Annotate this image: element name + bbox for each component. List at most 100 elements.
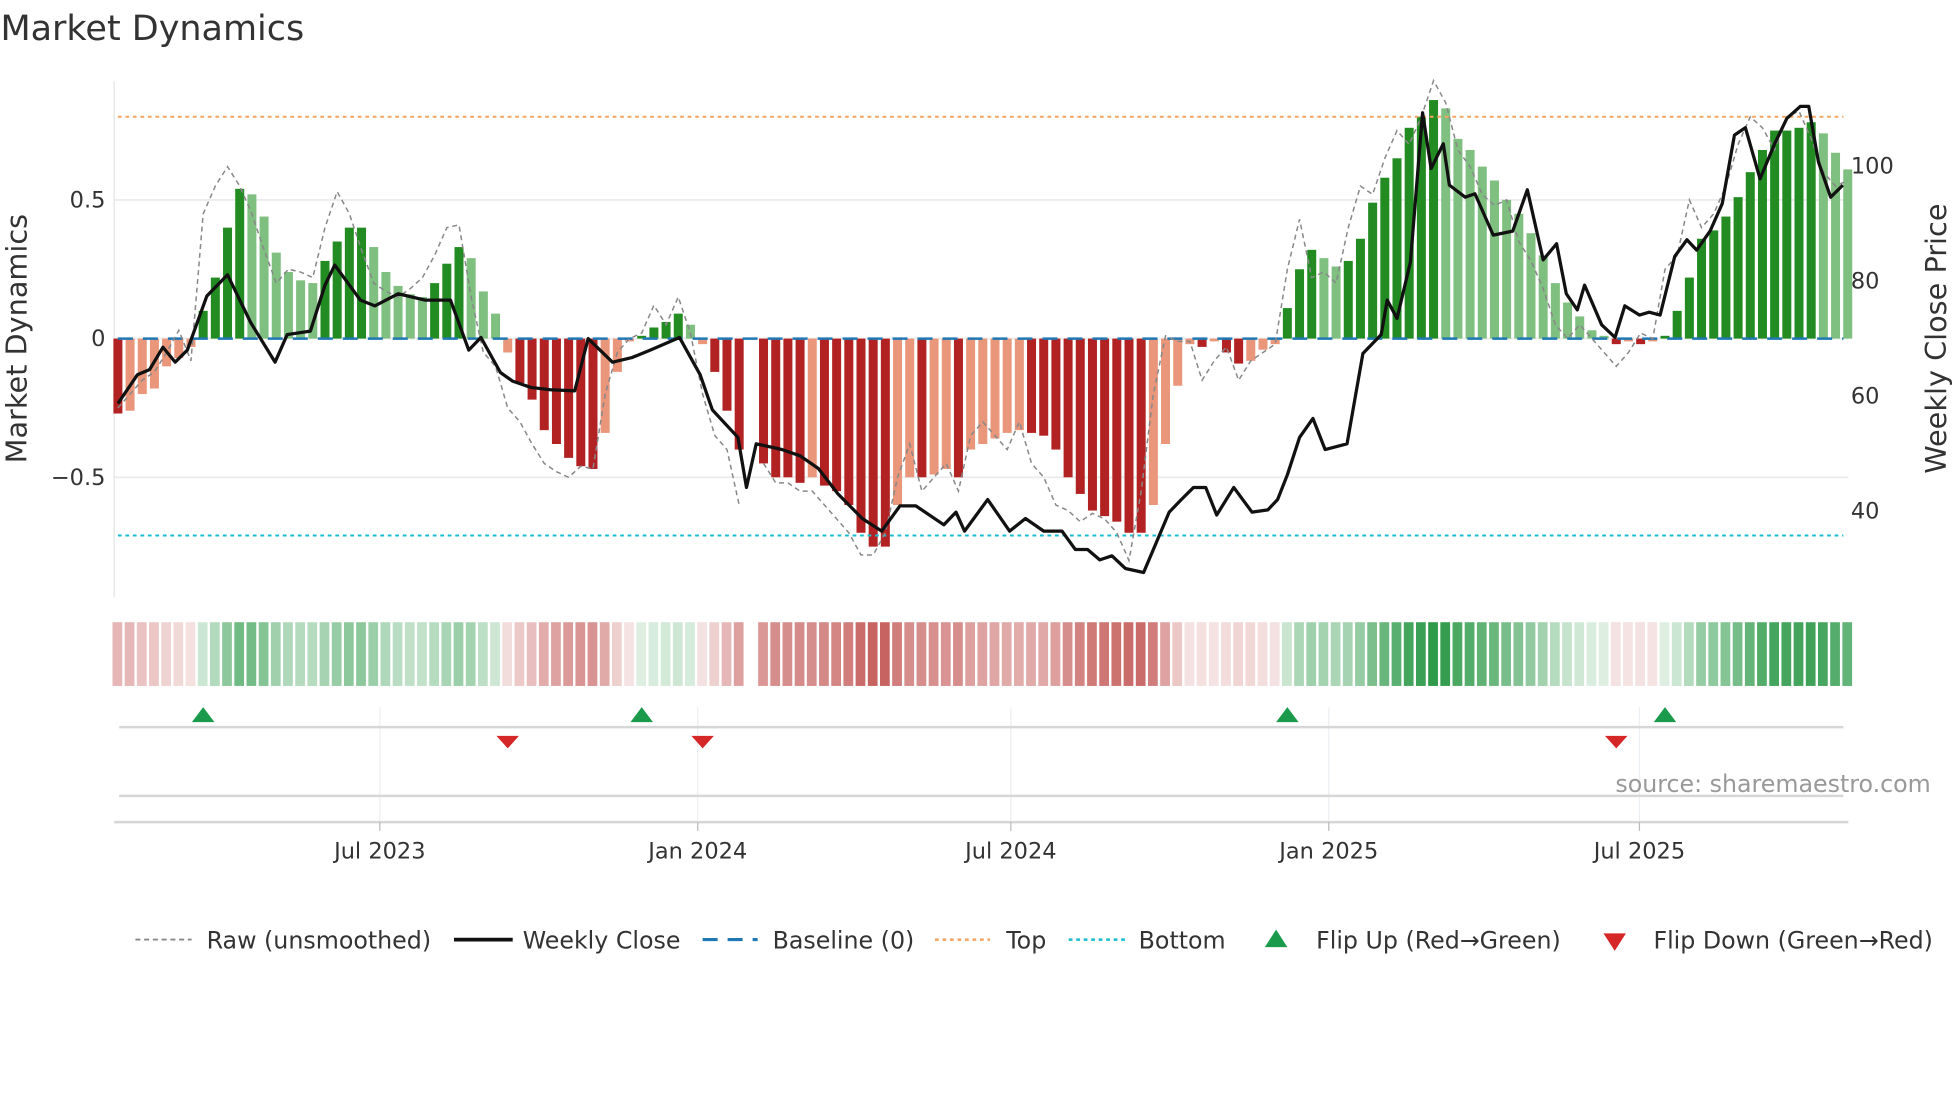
heat-cell [222, 622, 232, 686]
left-tick-label: 0 [91, 326, 105, 352]
heat-cell [270, 622, 281, 686]
dynamics-bar [1319, 258, 1329, 339]
dynamics-bar [795, 338, 805, 483]
heat-cell [185, 622, 196, 686]
heat-cell [867, 622, 878, 686]
dynamics-bar [296, 280, 306, 339]
right-y-ticks: 100 80 60 40 [1851, 154, 1894, 525]
heat-cell [343, 622, 354, 686]
heat-cell [1757, 622, 1767, 686]
right-axis-label: Weekly Close Price [1919, 203, 1953, 473]
dynamics-bar [819, 338, 829, 486]
heat-cell [1830, 622, 1840, 686]
dynamics-bar [564, 338, 574, 458]
dynamics-bar [856, 338, 866, 533]
dynamics-bar [369, 247, 379, 339]
heat-cell [1391, 622, 1402, 686]
dynamics-bar [1563, 302, 1573, 339]
flip-up-marker [630, 707, 653, 723]
dynamics-bar [1745, 172, 1755, 339]
heat-cell [1476, 622, 1487, 686]
legend-flip-down-label: Flip Down (Green→Red) [1653, 926, 1932, 954]
heat-cell [794, 622, 805, 686]
dynamics-bar [734, 338, 744, 450]
heat-cell [831, 622, 842, 686]
heat-cell [1415, 622, 1426, 686]
dynamics-bar [953, 338, 963, 478]
heat-cell [1464, 622, 1475, 686]
heat-cell [1598, 622, 1609, 686]
heat-cell [1294, 622, 1304, 686]
heat-cell [1781, 622, 1792, 686]
heat-cell [1635, 622, 1646, 686]
dynamics-bar [1075, 338, 1085, 494]
heat-cell [1744, 622, 1755, 686]
heat-cell [1318, 622, 1329, 686]
right-tick-label: 80 [1851, 269, 1880, 295]
dynamics-bar [1843, 169, 1853, 339]
legend-top-label: Top [1005, 926, 1046, 954]
dynamics-bar [1173, 338, 1183, 386]
dynamics-bar [1234, 338, 1244, 364]
heat-cell [1817, 622, 1828, 686]
heat-cell [1769, 622, 1780, 686]
dynamics-bar [832, 338, 842, 492]
right-tick-label: 60 [1851, 384, 1880, 410]
heat-cell [928, 622, 939, 686]
heat-cell [879, 622, 890, 686]
dynamics-bar [417, 296, 427, 339]
dynamics-bar [1258, 338, 1268, 350]
flip-down-marker [1605, 735, 1628, 749]
dynamics-bar [1721, 216, 1731, 339]
dynamics-bar [357, 227, 367, 339]
heat-cell [380, 622, 391, 686]
heat-cell [1257, 622, 1268, 686]
dynamics-bar [941, 338, 951, 469]
heat-cell [502, 622, 513, 686]
heat-cell [392, 622, 403, 686]
dynamics-bar [271, 252, 281, 339]
heat-cell [1610, 622, 1621, 686]
dynamics-bar [722, 338, 732, 411]
heat-cell [1647, 622, 1658, 686]
dynamics-bar [283, 272, 293, 339]
dynamics-bar [1124, 338, 1134, 533]
legend-flip-up-label: Flip Up (Red→Green) [1316, 926, 1561, 954]
dynamics-bar [1002, 338, 1012, 433]
regime-heat-strip [112, 622, 1853, 686]
dynamics-bar [1343, 260, 1353, 339]
heat-cell [770, 622, 781, 686]
chart-title: Market Dynamics [0, 9, 304, 49]
x-axis-ticks: Jul 2023 Jan 2024 Jul 2024 Jan 2025 Jul 2025 [332, 822, 1685, 864]
x-tick-label: Jul 2025 [1592, 838, 1685, 864]
dynamics-bar [1477, 166, 1487, 339]
heat-cell [514, 622, 525, 686]
dynamics-bar [405, 294, 415, 339]
dynamics-bar [844, 338, 854, 506]
heat-cell [1586, 622, 1597, 686]
heat-cell [1403, 622, 1414, 686]
heat-cell [904, 622, 915, 686]
flip-up-marker [1653, 707, 1677, 723]
heat-cell [465, 622, 476, 686]
dynamics-bar [1039, 338, 1049, 436]
heat-cell [1501, 622, 1512, 686]
dynamics-bar [478, 291, 488, 339]
flip-down-icon [1603, 933, 1626, 951]
heat-cell [1233, 622, 1244, 686]
heat-cell [197, 622, 208, 686]
heat-cell [855, 622, 866, 686]
dynamics-bar [1526, 233, 1536, 339]
dynamics-bar [1550, 283, 1560, 339]
heat-cell [149, 622, 159, 686]
dynamics-bar [771, 338, 781, 478]
dynamics-bar [1733, 197, 1743, 339]
dynamics-bar [1355, 238, 1365, 339]
heat-cell [1574, 622, 1585, 686]
dynamics-bar [1063, 338, 1073, 478]
heat-cell [551, 622, 561, 686]
heat-cell [1062, 622, 1073, 686]
heat-cell [819, 622, 829, 686]
dynamics-bar [491, 313, 501, 339]
dynamics-bar [1027, 338, 1037, 433]
